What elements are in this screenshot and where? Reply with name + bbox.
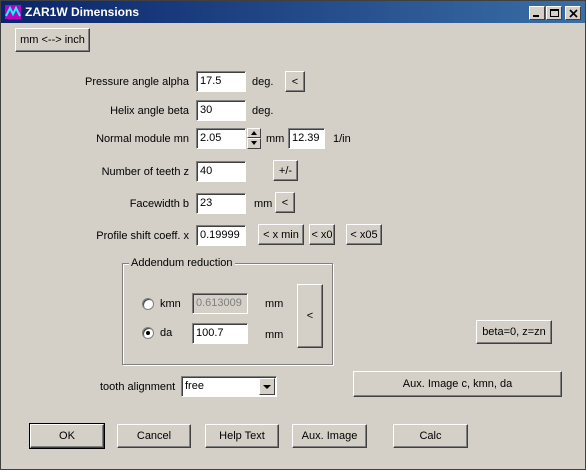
maximize-button[interactable]	[546, 6, 562, 20]
aux-image-ckmn-button[interactable]: Aux. Image c, kmn, da	[353, 371, 562, 397]
close-button[interactable]	[565, 6, 581, 20]
x05-button[interactable]: < x05	[346, 224, 382, 245]
normal-module-label: Normal module mn	[96, 133, 189, 145]
profile-shift-input[interactable]: 0.19999	[196, 225, 246, 246]
facewidth-reset-button[interactable]: <	[275, 192, 295, 213]
tooth-alignment-select[interactable]: free	[181, 376, 277, 397]
minimize-button[interactable]	[529, 6, 545, 20]
maximize-icon	[550, 9, 559, 17]
arrow-up-icon	[251, 131, 257, 135]
helix-angle-input[interactable]: 30	[196, 100, 246, 121]
teeth-label: Number of teeth z	[101, 166, 189, 178]
close-icon	[569, 9, 578, 18]
pressure-angle-unit: deg.	[252, 76, 274, 88]
aux-image-button[interactable]: Aux. Image	[292, 424, 367, 448]
facewidth-unit: mm	[254, 198, 273, 210]
minimize-icon	[533, 15, 539, 17]
normal-module-spinner[interactable]	[247, 128, 261, 149]
pressure-angle-input[interactable]: 17.5	[196, 71, 246, 92]
x0-button[interactable]: < x0	[309, 224, 335, 245]
ok-button[interactable]: OK	[29, 423, 105, 449]
arrow-down-icon	[251, 141, 257, 145]
facewidth-input[interactable]: 23	[196, 193, 246, 214]
normal-module-input[interactable]: 2.05	[196, 128, 246, 149]
da-label: da	[160, 327, 173, 339]
da-input[interactable]: 100.7	[192, 323, 248, 344]
tooth-alignment-label: tooth alignment	[100, 381, 176, 393]
kmn-input[interactable]: 0.613009	[192, 293, 248, 314]
title-bar[interactable]: ZAR1W Dimensions	[1, 1, 585, 23]
radio-selected-dot	[146, 331, 150, 335]
normal-module-unit: mm	[266, 133, 285, 145]
pressure-angle-reset-button[interactable]: <	[285, 71, 305, 92]
calc-button[interactable]: Calc	[393, 424, 468, 448]
facewidth-label: Facewidth b	[129, 198, 189, 210]
app-icon	[5, 5, 21, 19]
cancel-button[interactable]: Cancel	[117, 424, 191, 448]
profile-shift-label: Profile shift coeff. x	[96, 230, 189, 242]
addendum-reduction-title: Addendum reduction	[129, 257, 235, 269]
diametral-pitch-unit: 1/in	[333, 133, 351, 145]
x-min-button[interactable]: < x min	[258, 224, 304, 245]
window-title: ZAR1W Dimensions	[25, 5, 140, 19]
helix-angle-label: Helix angle beta	[110, 105, 189, 117]
unit-toggle-button[interactable]: mm <--> inch	[15, 28, 90, 52]
spin-up-button[interactable]	[247, 128, 261, 138]
da-unit: mm	[265, 329, 284, 341]
tooth-alignment-value: free	[185, 380, 204, 392]
help-text-button[interactable]: Help Text	[205, 424, 279, 448]
addendum-reset-button[interactable]: <	[297, 284, 323, 348]
kmn-unit: mm	[265, 298, 284, 310]
pressure-angle-label: Pressure angle alpha	[85, 76, 189, 88]
beta-zero-button[interactable]: beta=0, z=zn	[476, 320, 552, 344]
chevron-down-icon	[263, 385, 271, 389]
kmn-label: kmn	[160, 298, 181, 310]
helix-angle-unit: deg.	[252, 105, 274, 117]
dropdown-button[interactable]	[259, 378, 275, 395]
kmn-radio[interactable]	[142, 298, 154, 310]
teeth-sign-button[interactable]: +/-	[273, 160, 298, 181]
da-radio[interactable]	[142, 327, 154, 339]
spin-down-button[interactable]	[247, 138, 261, 149]
diametral-pitch-input[interactable]: 12.39	[288, 128, 325, 149]
teeth-input[interactable]: 40	[196, 161, 246, 182]
dimensions-dialog: ZAR1W Dimensions mm <--> inch Pressure a…	[0, 0, 586, 470]
